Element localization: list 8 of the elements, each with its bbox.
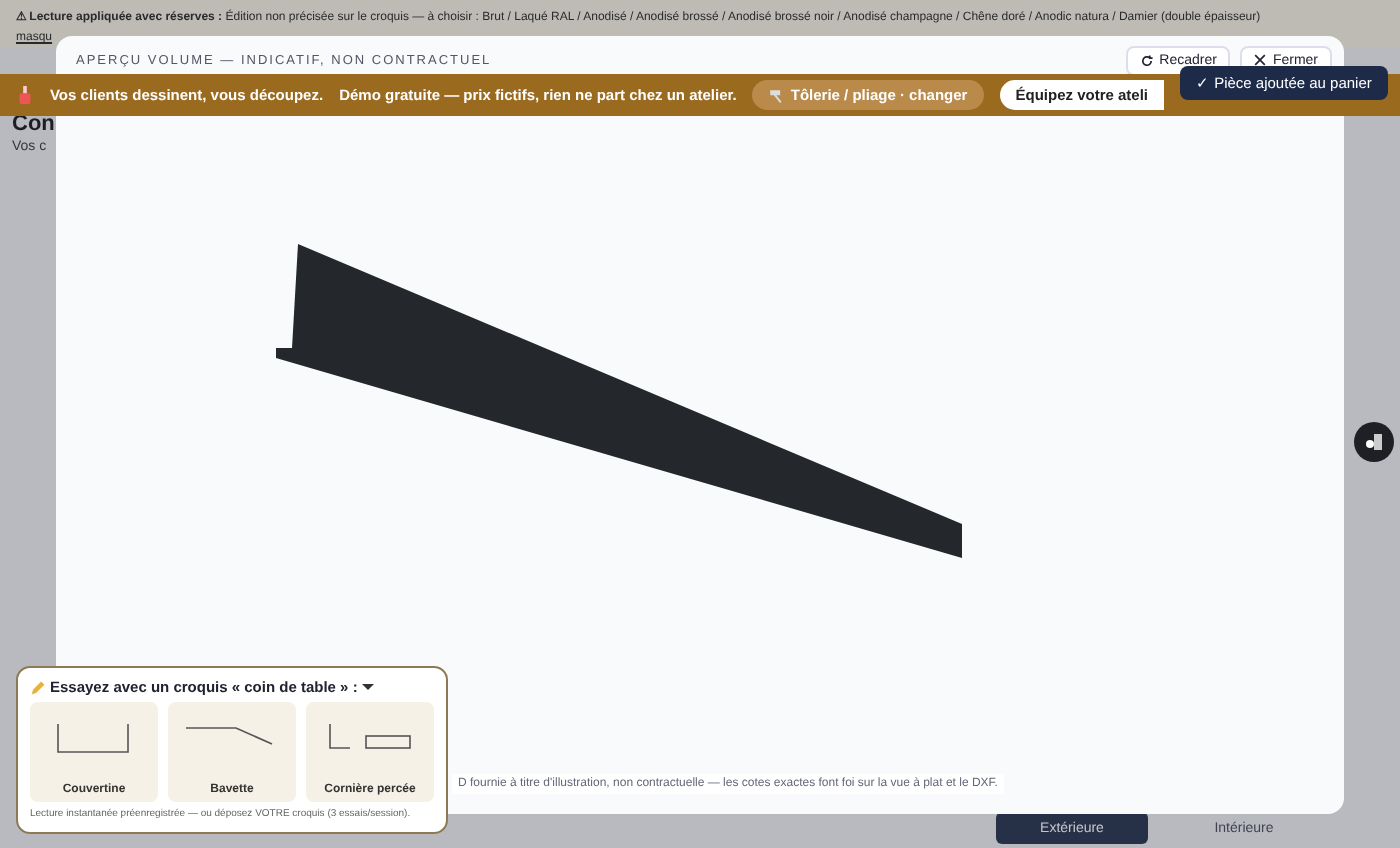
floating-button[interactable] [1354, 422, 1394, 462]
close-icon [1254, 54, 1267, 66]
nail-polish-icon [15, 86, 34, 104]
hammer-icon [768, 87, 785, 103]
page-title: Con [12, 112, 55, 136]
caret-icon [361, 682, 374, 692]
refresh-icon [1139, 53, 1154, 67]
pencil-icon [30, 679, 46, 695]
